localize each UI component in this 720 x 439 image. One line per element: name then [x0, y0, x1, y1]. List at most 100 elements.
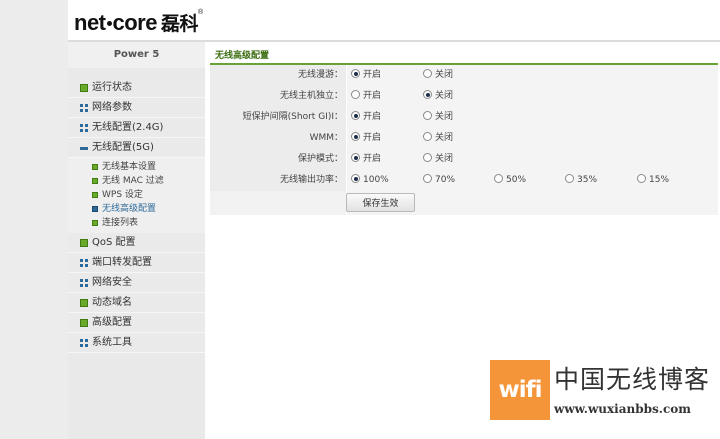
green-square-icon — [92, 164, 98, 170]
arrow-square-icon — [92, 206, 98, 212]
radio-unchecked-icon — [494, 174, 503, 183]
field-label: 无线输出功率： — [210, 170, 346, 191]
field-label: 无线主机独立： — [210, 86, 346, 107]
form-row-protection: 保护模式： 开启 关闭 — [210, 149, 718, 170]
green-square-icon — [80, 299, 88, 307]
power-70-radio[interactable]: 70% — [423, 170, 455, 191]
sidebar-item-label: 无线配置(5G) — [92, 142, 154, 153]
field-value: 开启 关闭 — [347, 128, 718, 149]
isolation-on-radio[interactable]: 开启 — [351, 86, 381, 107]
radio-checked-icon — [351, 111, 360, 120]
sidebar-item-qos[interactable]: QoS 配置 — [68, 233, 205, 253]
green-square-icon — [92, 192, 98, 198]
power-100-radio[interactable]: 100% — [351, 170, 389, 191]
green-square-icon — [80, 319, 88, 327]
wmm-on-radio[interactable]: 开启 — [351, 128, 381, 149]
radio-unchecked-icon — [423, 111, 432, 120]
watermark: wifi 中国无线博客 www.wuxianbbs.com — [490, 360, 720, 420]
green-square-icon — [80, 239, 88, 247]
sidebar-item-system-tools[interactable]: 系统工具 — [68, 333, 205, 353]
grid-icon — [80, 104, 88, 112]
submenu-item-label: 无线高级配置 — [102, 204, 157, 214]
submenu-item-advanced[interactable]: 无线高级配置 — [68, 202, 205, 216]
field-label: 短保护间隔(Short GI)I： — [210, 107, 346, 128]
green-square-icon — [92, 178, 98, 184]
submenu-item-basic[interactable]: 无线基本设置 — [68, 160, 205, 174]
field-label: WMM： — [210, 128, 346, 149]
radio-unchecked-icon — [565, 174, 574, 183]
sidebar-item-label: 无线配置(2.4G) — [92, 122, 164, 133]
left-margin — [0, 0, 68, 439]
sidebar-item-ddns[interactable]: 动态域名 — [68, 293, 205, 313]
sidebar-item-wireless-24g[interactable]: 无线配置(2.4G) — [68, 118, 205, 138]
field-label: 无线漫游： — [210, 65, 346, 86]
grid-icon — [80, 339, 88, 347]
radio-unchecked-icon — [351, 90, 360, 99]
field-value: 开启 关闭 — [347, 149, 718, 170]
power-35-radio[interactable]: 35% — [565, 170, 597, 191]
submenu-item-mac-filter[interactable]: 无线 MAC 过滤 — [68, 174, 205, 188]
isolation-off-radio[interactable]: 关闭 — [423, 86, 453, 107]
sidebar-item-status[interactable]: 运行状态 — [68, 78, 205, 98]
brand-logo: net core 磊科® — [74, 9, 203, 35]
radio-checked-icon — [351, 132, 360, 141]
sidebar-item-wireless-5g[interactable]: 无线配置(5G) — [68, 138, 205, 158]
radio-unchecked-icon — [423, 69, 432, 78]
router-admin-page: net core 磊科® Power 5 运行状态 网络参数 无线配置(2.4G) … — [0, 0, 720, 439]
wmm-off-radio[interactable]: 关闭 — [423, 128, 453, 149]
submenu-item-wps[interactable]: WPS 设定 — [68, 188, 205, 202]
radio-unchecked-icon — [423, 132, 432, 141]
watermark-title: 中国无线博客 — [554, 365, 711, 394]
sidebar-item-network[interactable]: 网络参数 — [68, 98, 205, 118]
sidebar-item-label: 高级配置 — [92, 317, 132, 328]
protection-on-radio[interactable]: 开启 — [351, 149, 381, 170]
roaming-on-radio[interactable]: 开启 — [351, 65, 381, 86]
green-square-icon — [80, 84, 88, 92]
wifi-logo: wifi — [490, 360, 550, 420]
save-button[interactable]: 保存生效 — [346, 193, 415, 212]
radio-checked-icon — [351, 174, 360, 183]
sidebar-item-label: 网络参数 — [92, 102, 132, 113]
form-row-wmm: WMM： 开启 关闭 — [210, 128, 718, 149]
green-square-icon — [92, 220, 98, 226]
grid-icon — [80, 124, 88, 132]
grid-icon — [80, 259, 88, 267]
short-gi-off-radio[interactable]: 关闭 — [423, 107, 453, 128]
sidebar-item-security[interactable]: 网络安全 — [68, 273, 205, 293]
field-value: 开启 关闭 — [347, 86, 718, 107]
form-row-tx-power: 无线输出功率： 100% 70% 50% 35% 15% — [210, 170, 718, 191]
power-50-radio[interactable]: 50% — [494, 170, 526, 191]
sidebar-menu: 运行状态 网络参数 无线配置(2.4G) 无线配置(5G) 无线基本设置 无线 … — [68, 78, 205, 353]
radio-checked-icon — [351, 153, 360, 162]
field-label: 保护模式： — [210, 149, 346, 170]
sidebar-item-label: 端口转发配置 — [92, 257, 152, 268]
grid-icon — [80, 279, 88, 287]
sidebar-item-advanced[interactable]: 高级配置 — [68, 313, 205, 333]
form-row-roaming: 无线漫游： 开启 关闭 — [210, 65, 718, 86]
sidebar-item-port-forward[interactable]: 端口转发配置 — [68, 253, 205, 273]
radio-unchecked-icon — [423, 174, 432, 183]
minus-icon — [80, 147, 88, 150]
short-gi-on-radio[interactable]: 开启 — [351, 107, 381, 128]
section-title: 无线高级配置 — [210, 48, 718, 65]
submenu-item-client-list[interactable]: 连接列表 — [68, 216, 205, 230]
sidebar-item-label: 系统工具 — [92, 337, 132, 348]
radio-unchecked-icon — [637, 174, 646, 183]
field-value: 100% 70% 50% 35% 15% — [347, 170, 718, 191]
sidebar-item-label: 运行状态 — [92, 82, 132, 93]
header: net core 磊科® — [68, 0, 720, 40]
protection-off-radio[interactable]: 关闭 — [423, 149, 453, 170]
field-value: 开启 关闭 — [347, 65, 718, 86]
watermark-url: www.wuxianbbs.com — [554, 402, 691, 416]
submenu-item-label: 无线基本设置 — [102, 162, 157, 172]
wireless-5g-submenu: 无线基本设置 无线 MAC 过滤 WPS 设定 无线高级配置 连接列表 — [68, 158, 205, 233]
form-row-ap-isolation: 无线主机独立： 开启 关闭 — [210, 86, 718, 107]
radio-checked-icon — [423, 90, 432, 99]
submenu-item-label: 无线 MAC 过滤 — [102, 176, 164, 186]
roaming-off-radio[interactable]: 关闭 — [423, 65, 453, 86]
power-15-radio[interactable]: 15% — [637, 170, 669, 191]
advanced-wireless-form: 无线漫游： 开启 关闭 无线主机独立： 开启 关闭 短保护间隔(Short GI… — [210, 65, 718, 215]
sidebar-item-label: 动态域名 — [92, 297, 132, 308]
sidebar-item-label: 网络安全 — [92, 277, 132, 288]
model-name: Power 5 — [68, 42, 205, 68]
